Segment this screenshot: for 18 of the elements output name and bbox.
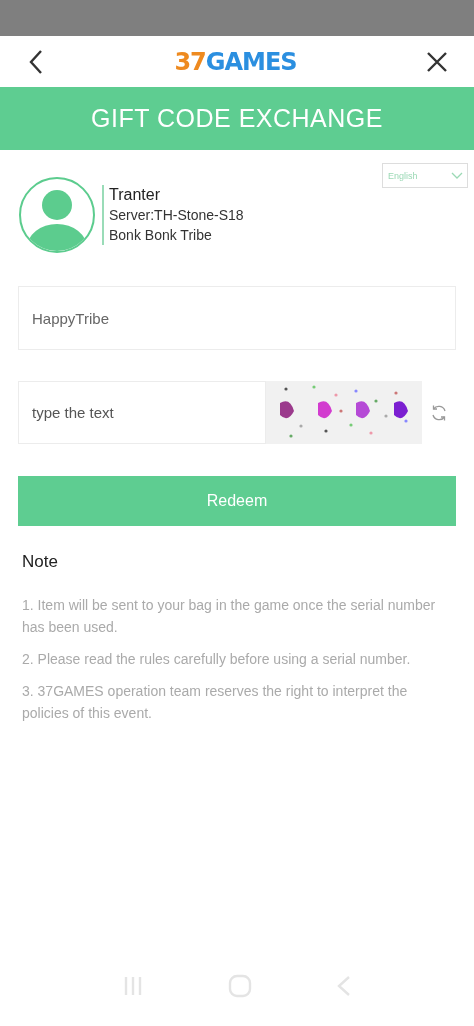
server-text: Server:TH-Stone-S18 <box>109 206 244 225</box>
language-select[interactable]: English <box>382 163 468 188</box>
logo: 37GAMES <box>174 47 297 76</box>
avatar-icon <box>18 176 96 254</box>
note-title: Note <box>22 552 59 572</box>
gift-code-field[interactable]: HappyTribe <box>18 286 456 350</box>
caret-icon <box>451 172 463 179</box>
tribe-text: Bonk Bonk Tribe <box>109 226 213 245</box>
player-name: Tranter <box>109 185 161 205</box>
redeem-button[interactable]: Redeem <box>18 476 456 526</box>
banner-title: GIFT CODE EXCHANGE <box>91 104 383 133</box>
refresh-icon[interactable] <box>430 403 448 422</box>
close-icon[interactable] <box>427 51 447 72</box>
note-text: 3. 37GAMES operation team reserves the right to interpret the policies of this event. <box>22 682 409 723</box>
captcha-field[interactable]: type the text <box>18 381 266 444</box>
note-text: 2. Please read the rules carefully before using a serial number. <box>22 650 412 669</box>
note-text: 1. Item will be sent to your bag in the game once the serial number has been used. <box>22 596 437 637</box>
back-icon[interactable] <box>28 48 44 75</box>
